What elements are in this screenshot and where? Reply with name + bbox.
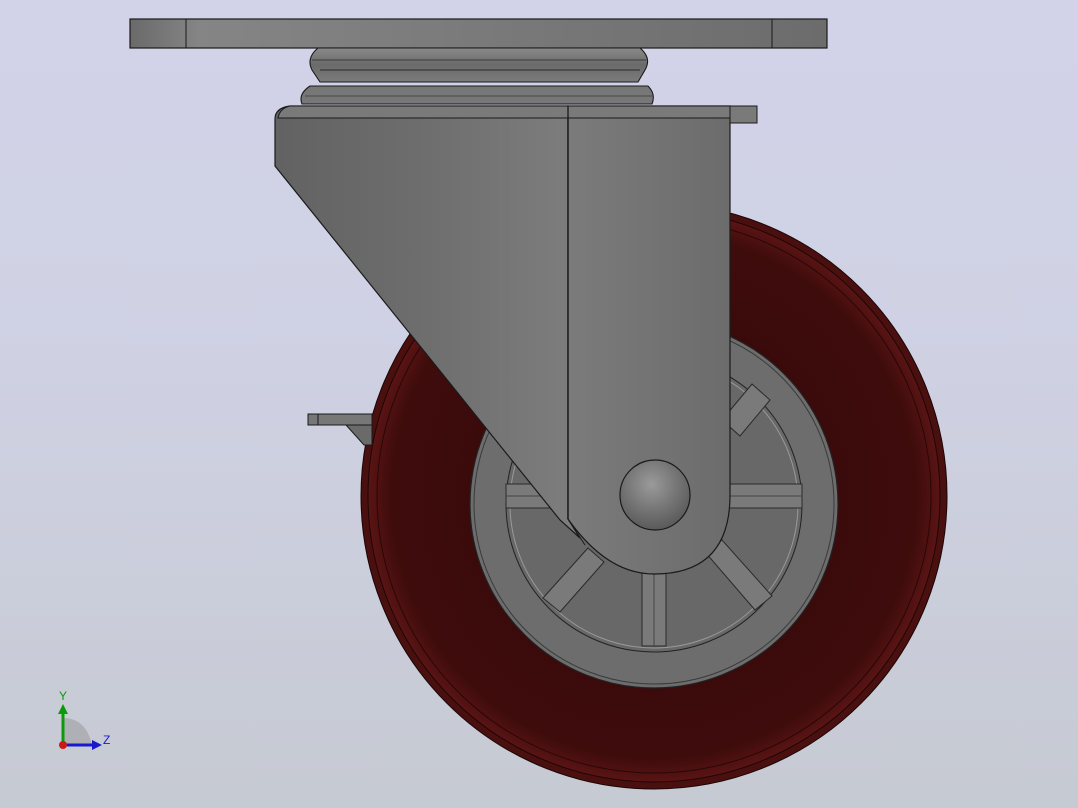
swivel-lower-race <box>300 85 654 105</box>
triad-x-origin-icon <box>59 741 67 749</box>
triad-y-arrow-icon <box>58 704 68 714</box>
swivel-bearing[interactable] <box>300 47 654 105</box>
swivel-upper-race <box>309 47 649 83</box>
model-canvas[interactable]: Y Z <box>0 0 1078 808</box>
axle-nut[interactable] <box>619 459 691 531</box>
triad-z-arrow-icon <box>92 740 102 750</box>
brake-arm <box>344 424 373 446</box>
triad-z-label: Z <box>103 733 110 747</box>
view-orientation-triad[interactable]: Y Z <box>58 689 110 750</box>
brake-lever[interactable] <box>307 413 373 446</box>
triad-plane-indicator <box>63 718 92 745</box>
graphics-viewport[interactable]: Y Z <box>0 0 1078 808</box>
triad-y-label: Y <box>59 689 67 703</box>
mounting-plate[interactable] <box>129 18 828 49</box>
plate-body <box>129 18 828 49</box>
